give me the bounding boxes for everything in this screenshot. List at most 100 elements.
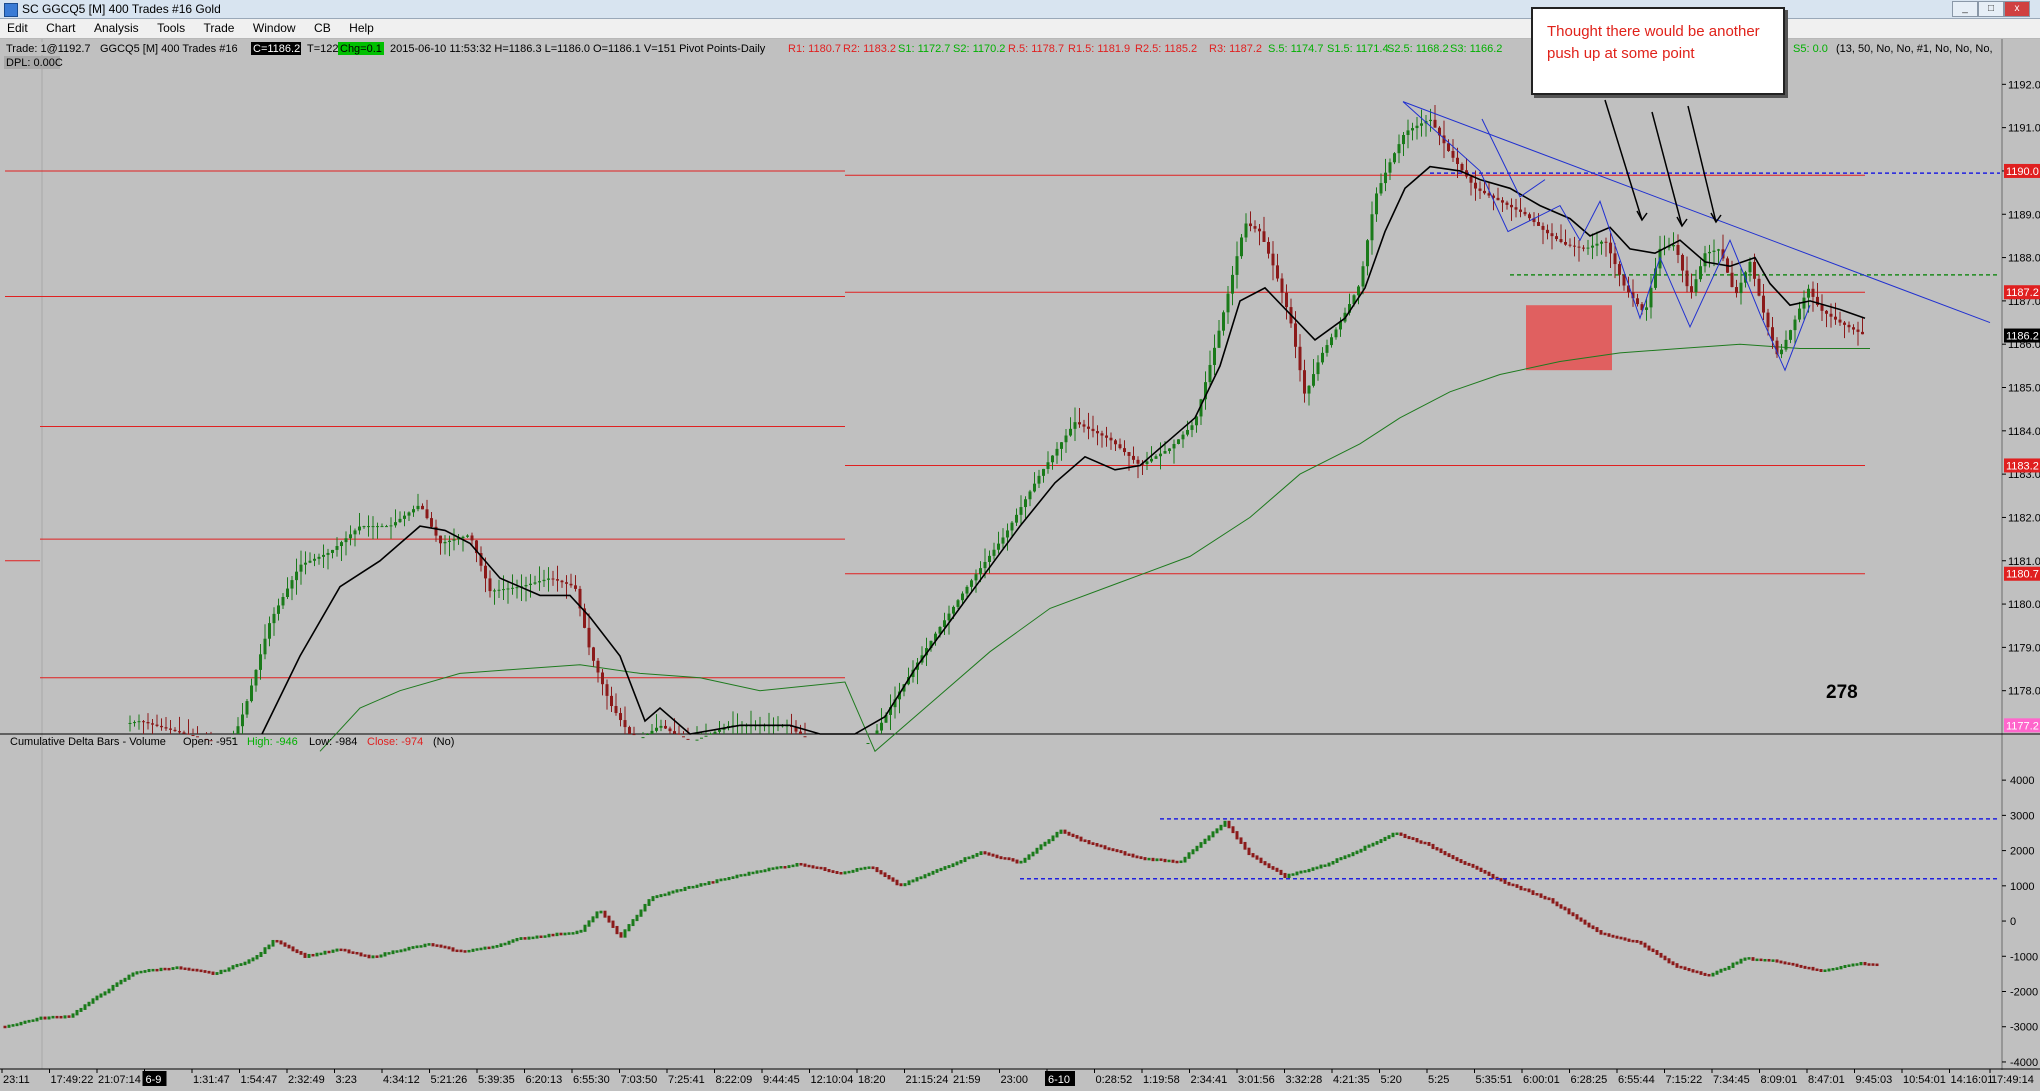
candle-body [470, 535, 474, 541]
time-label: 6:20:13 [526, 1074, 563, 1086]
delta-bar [1735, 961, 1739, 965]
delta-bar [1723, 967, 1727, 971]
delta-bar [199, 969, 203, 973]
delta-bar [815, 866, 819, 869]
delta-bar [1623, 937, 1627, 941]
delta-bar [963, 857, 967, 863]
delta-bar [1311, 867, 1315, 871]
chart-area[interactable]: 1192.01191.01190.01189.01188.01187.01186… [0, 39, 2040, 1091]
delta-bar [1503, 879, 1507, 884]
menu-edit[interactable]: Edit [0, 19, 35, 37]
delta-bar [335, 948, 339, 952]
price-badge-4: 1180.7 [2006, 569, 2039, 581]
close-button[interactable]: x [2004, 1, 2030, 17]
candle-body [1798, 308, 1801, 320]
delta-bar [1031, 851, 1035, 857]
delta-bar [1535, 893, 1539, 896]
delta-bar [131, 972, 135, 977]
delta-bar [1059, 829, 1063, 834]
delta-bar [99, 993, 103, 998]
delta-bar [783, 866, 787, 869]
delta-bar [1571, 912, 1575, 917]
delta-bar [1515, 884, 1519, 888]
price-tick-label: 1181.0 [2008, 556, 2040, 568]
delta-bar [823, 867, 827, 872]
candle-body [1069, 428, 1072, 436]
delta-bar [655, 895, 659, 899]
candle-body [1550, 233, 1554, 237]
delta-bar [631, 919, 635, 927]
delta-bar [395, 950, 399, 953]
candle-body [1375, 193, 1378, 215]
delta-bar [271, 939, 275, 947]
delta-bar [1411, 837, 1415, 841]
candle-body [596, 660, 600, 673]
candle-body [1757, 278, 1761, 296]
delta-bar [327, 950, 331, 954]
delta-bar [415, 945, 419, 949]
price-badge-2: 1186.2 [2006, 331, 2039, 343]
candle-body [605, 684, 609, 696]
time-label: 12:10:04 [811, 1074, 854, 1086]
time-label: 5:21:26 [431, 1074, 468, 1086]
delta-bar [303, 952, 307, 958]
delta-bar [1823, 969, 1827, 972]
delta-bar [719, 878, 723, 882]
menu-analysis[interactable]: Analysis [87, 19, 146, 37]
delta-bar [147, 968, 151, 973]
annotation-note[interactable]: Thought there would be another push up a… [1531, 7, 1785, 95]
time-label: 23:11 [3, 1074, 30, 1086]
delta-bar [939, 867, 943, 872]
candle-body [1577, 246, 1581, 248]
delta-bar [1023, 857, 1027, 863]
delta-bar [1395, 832, 1399, 836]
delta-bar [1051, 835, 1055, 842]
candle-body [1109, 437, 1113, 441]
delta-bar [1179, 860, 1183, 864]
candle-body [461, 536, 465, 539]
minimize-button[interactable]: _ [1952, 1, 1978, 17]
candle-body [947, 613, 951, 621]
candle-body [1762, 295, 1765, 313]
candle-body [1078, 422, 1081, 425]
delta-bar [3, 1025, 7, 1029]
delta-bar [1707, 973, 1711, 977]
maximize-button[interactable]: □ [1978, 1, 2004, 17]
candle-body [1249, 223, 1252, 227]
candle-body [952, 606, 955, 614]
delta-bar [1307, 868, 1311, 873]
delta-bar [111, 984, 115, 991]
menu-chart[interactable]: Chart [39, 19, 82, 37]
delta-bar [1251, 853, 1255, 858]
time-label: 3:01:56 [1238, 1074, 1275, 1086]
delta-bar [411, 946, 415, 949]
candle-body [556, 579, 559, 581]
menu-tools[interactable]: Tools [150, 19, 192, 37]
menu-window[interactable]: Window [246, 19, 303, 37]
candle-body [488, 578, 492, 592]
menu-help[interactable]: Help [342, 19, 381, 37]
candle-body [1568, 244, 1572, 246]
count-label: 278 [1826, 682, 1858, 703]
menu-trade[interactable]: Trade [197, 19, 242, 37]
delta-bar [107, 988, 111, 994]
delta-bar [1747, 957, 1751, 960]
delta-bar [1247, 847, 1251, 856]
delta-bar [1783, 961, 1787, 965]
candle-body [686, 738, 690, 740]
delta-bar [159, 967, 163, 972]
candle-body [1807, 288, 1810, 298]
menu-cb[interactable]: CB [307, 19, 338, 37]
delta-bar [943, 866, 947, 870]
candle-body [529, 583, 532, 586]
candle-body [1447, 143, 1450, 152]
candle-body [547, 578, 550, 580]
candle-body [344, 538, 348, 543]
pivot-r05: R.5: 1178.7 [1008, 43, 1064, 55]
delta-bar [751, 871, 755, 875]
delta-bar [1847, 964, 1851, 967]
candle-body [1739, 282, 1743, 294]
delta-bar [143, 970, 147, 973]
delta-bar [423, 943, 427, 948]
delta-bar [659, 894, 663, 898]
